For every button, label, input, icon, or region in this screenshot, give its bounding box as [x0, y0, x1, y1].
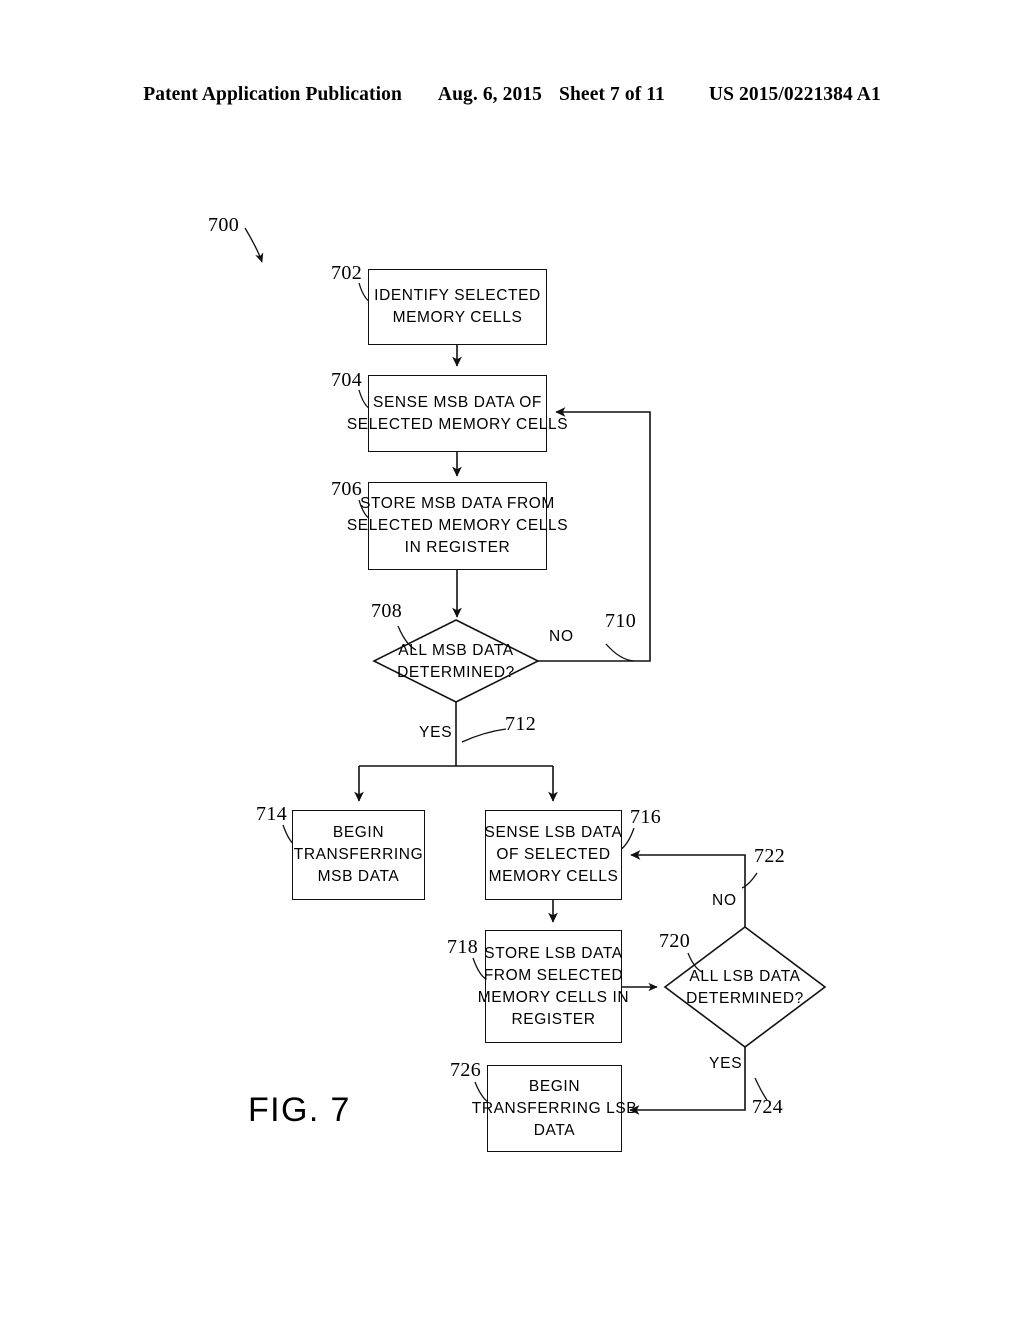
- lead-line-708: [397, 625, 417, 651]
- box-714-line-3: MSB DATA: [317, 868, 400, 885]
- ref-numeral-706: 706: [331, 478, 363, 500]
- ref-numeral-718: 718: [447, 936, 479, 958]
- box-706-line-1: STORE MSB DATA FROM: [360, 495, 555, 512]
- box-716-line-2: OF SELECTED: [496, 846, 611, 863]
- box-718-line-4: REGISTER: [511, 1010, 596, 1028]
- box-706-line-3: IN REGISTER: [404, 539, 511, 556]
- ref-numeral-714: 714: [256, 803, 288, 825]
- box-704-line-1: SENSE MSB DATA OF: [373, 393, 542, 411]
- box-726-line-3: DATA: [533, 1121, 576, 1139]
- connector-722-no-feedback: [630, 850, 746, 927]
- box-716-line-1: SENSE LSB DATA: [484, 824, 623, 841]
- flowchart-figure: IDENTIFY SELECTED MEMORY CELLS SENSE MSB…: [0, 0, 1024, 1320]
- box-716-line-3: MEMORY CELLS: [488, 868, 619, 885]
- ref-numeral-700: 700: [208, 214, 240, 236]
- ref-numeral-704: 704: [331, 369, 363, 391]
- ref-numeral-708: 708: [371, 600, 403, 622]
- branch-label-yes-724: YES: [709, 1055, 743, 1072]
- branch-label-no-710: NO: [549, 628, 574, 645]
- box-718-line-2: FROM SELECTED: [483, 966, 624, 984]
- ref-numeral-710: 710: [605, 610, 637, 632]
- ref-numeral-716: 716: [630, 806, 662, 828]
- ref-numeral-722: 722: [754, 845, 786, 867]
- lead-line-712: [461, 728, 507, 743]
- decision-diamond-708: [372, 619, 540, 703]
- figure-caption: FIG. 7: [248, 1091, 351, 1129]
- lead-line-700: [244, 227, 264, 263]
- box-718-line-3: MEMORY CELLS IN: [477, 988, 630, 1006]
- process-box-726: BEGIN TRANSFERRING LSB DATA: [472, 1065, 637, 1152]
- process-box-704: SENSE MSB DATA OF SELECTED MEMORY CELLS: [347, 375, 568, 452]
- box-726-line-1: BEGIN: [528, 1077, 581, 1095]
- lead-line-710: [605, 643, 635, 662]
- box-726-line-2: TRANSFERRING LSB: [471, 1099, 638, 1117]
- ref-numeral-702: 702: [331, 262, 363, 284]
- process-box-718: STORE LSB DATA FROM SELECTED MEMORY CELL…: [478, 930, 629, 1043]
- ref-numeral-724: 724: [752, 1096, 784, 1118]
- box-706-line-2: SELECTED MEMORY CELLS: [346, 517, 569, 534]
- box-714-line-2: TRANSFERRING: [293, 846, 424, 863]
- branch-label-no-722: NO: [712, 892, 737, 909]
- process-box-714: BEGIN TRANSFERRING MSB DATA: [292, 810, 425, 900]
- box-702-line-1: IDENTIFY SELECTED: [374, 287, 541, 304]
- box-718-line-1: STORE LSB DATA: [484, 944, 623, 962]
- process-box-706: STORE MSB DATA FROM SELECTED MEMORY CELL…: [347, 482, 568, 570]
- box-702-line-2: MEMORY CELLS: [392, 309, 523, 326]
- ref-numeral-712: 712: [505, 713, 537, 735]
- box-714-line-1: BEGIN: [332, 824, 385, 841]
- ref-numeral-726: 726: [450, 1059, 482, 1081]
- ref-numeral-720: 720: [659, 930, 691, 952]
- process-box-702: IDENTIFY SELECTED MEMORY CELLS: [368, 269, 547, 345]
- branch-label-yes-712: YES: [419, 724, 453, 741]
- box-704-line-2: SELECTED MEMORY CELLS: [346, 415, 569, 433]
- process-box-716: SENSE LSB DATA OF SELECTED MEMORY CELLS: [485, 810, 622, 900]
